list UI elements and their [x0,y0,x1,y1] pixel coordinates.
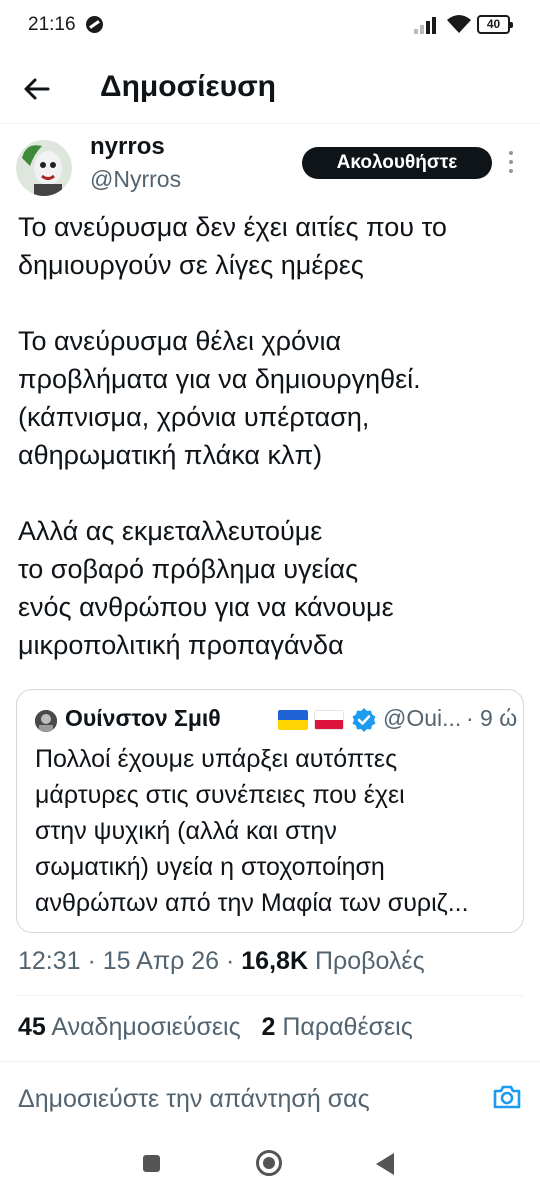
tweet-line [18,474,528,512]
header: Δημοσίευση [0,52,540,124]
reposts-label: Αναδημοσιεύσεις [45,1013,241,1041]
system-nav-bar [0,1130,540,1199]
tweet-line: Αλλά ας εκμεταλλευτούμε [18,516,323,546]
wifi-icon [447,15,471,33]
views-count: 16,8K [241,947,308,975]
quoted-line: σωματική) υγεία η στοχοποίηση [35,853,385,881]
quoted-text: Πολλοί έχουμε υπάρξει αυτόπτες μάρτυρες … [35,741,515,921]
follow-button[interactable]: Ακολουθήστε [302,147,492,179]
quotes-label: Παραθέσεις [275,1013,413,1041]
quoted-author-name: Ουίνστον Σμιθ [65,705,221,731]
quotes-count: 2 [261,1013,276,1041]
tweet-line: Το ανεύρυσμα θέλει χρόνια [18,326,342,356]
verified-badge-icon [352,708,376,732]
reposts-link[interactable]: 45 Αναδημοσιεύσεις [18,1013,241,1041]
timestamp: 12:31 · 15 Απρ 26 · [18,947,242,975]
views-label: Προβολές [308,947,425,975]
home-button[interactable] [256,1150,282,1176]
tweet-meta: 12:31 · 15 Απρ 26 · 16,8K Προβολές [18,947,425,976]
reply-input[interactable]: Δημοσιεύστε την απάντησή σας [18,1085,370,1114]
quoted-line: στην ψυχική (αλλά και στην [35,817,337,845]
more-options-icon[interactable] [505,151,517,177]
quoted-time: · 9 ώ [466,705,518,731]
quotes-link[interactable]: 2 Παραθέσεις [262,1013,413,1041]
tweet-line: αθηρωματική πλάκα κλπ) [18,440,323,470]
quoted-author-handle: @Oui... [383,705,462,731]
tweet-line [18,284,528,322]
reposts-count: 45 [18,1013,46,1041]
tweet-line: το σοβαρό πρόβλημα υγείας [18,554,359,584]
quoted-line: Πολλοί έχουμε υπάρξει αυτόπτες [35,745,398,773]
tweet-stats: 45 Αναδημοσιεύσεις 2 Παραθέσεις [18,1013,413,1042]
author-handle[interactable]: @Nyrros [90,166,181,193]
tweet-line: ενός ανθρώπου για να κάνουμε [18,592,394,622]
poland-flag-icon [314,710,344,730]
quoted-line: μάρτυρες στις συνέπειες που έχει [35,781,405,809]
status-bar: 21:16 40 [0,0,540,52]
author-avatar[interactable] [16,140,72,196]
quoted-author-avatar [35,710,57,732]
tweet-line: προβλήματα για να δημιουργηθεί. [18,364,421,394]
divider [0,1061,540,1062]
quoted-tweet[interactable]: Ουίνστον Σμιθ @Oui... · 9 ώ Πολλοί έχουμ… [16,689,524,933]
tweet-line: μικροπολιτική προπαγάνδα [18,630,344,660]
tweet-text: Το ανεύρυσμα δεν έχει αιτίες που το δημι… [18,208,528,664]
divider [16,995,524,996]
back-arrow-icon[interactable] [20,72,54,106]
battery-icon: 40 [477,15,513,34]
quoted-line: ανθρώπων από την Μαφία των συριζ... [35,889,469,917]
tweet-line: Το ανεύρυσμα δεν έχει αιτίες που το [18,212,447,242]
tweet-line: δημιουργούν σε λίγες ημέρες [18,250,364,280]
ukraine-flag-icon [278,710,308,730]
author-name[interactable]: nyrros [90,133,165,161]
tweet-line: (κάπνισμα, χρόνια υπέρταση, [18,402,370,432]
status-time: 21:16 [28,14,76,35]
signal-icon [414,16,440,34]
back-button[interactable] [376,1153,394,1175]
recent-apps-button[interactable] [143,1155,160,1172]
do-not-disturb-icon [86,16,103,33]
camera-icon[interactable] [492,1082,522,1112]
page-title: Δημοσίευση [100,70,276,103]
